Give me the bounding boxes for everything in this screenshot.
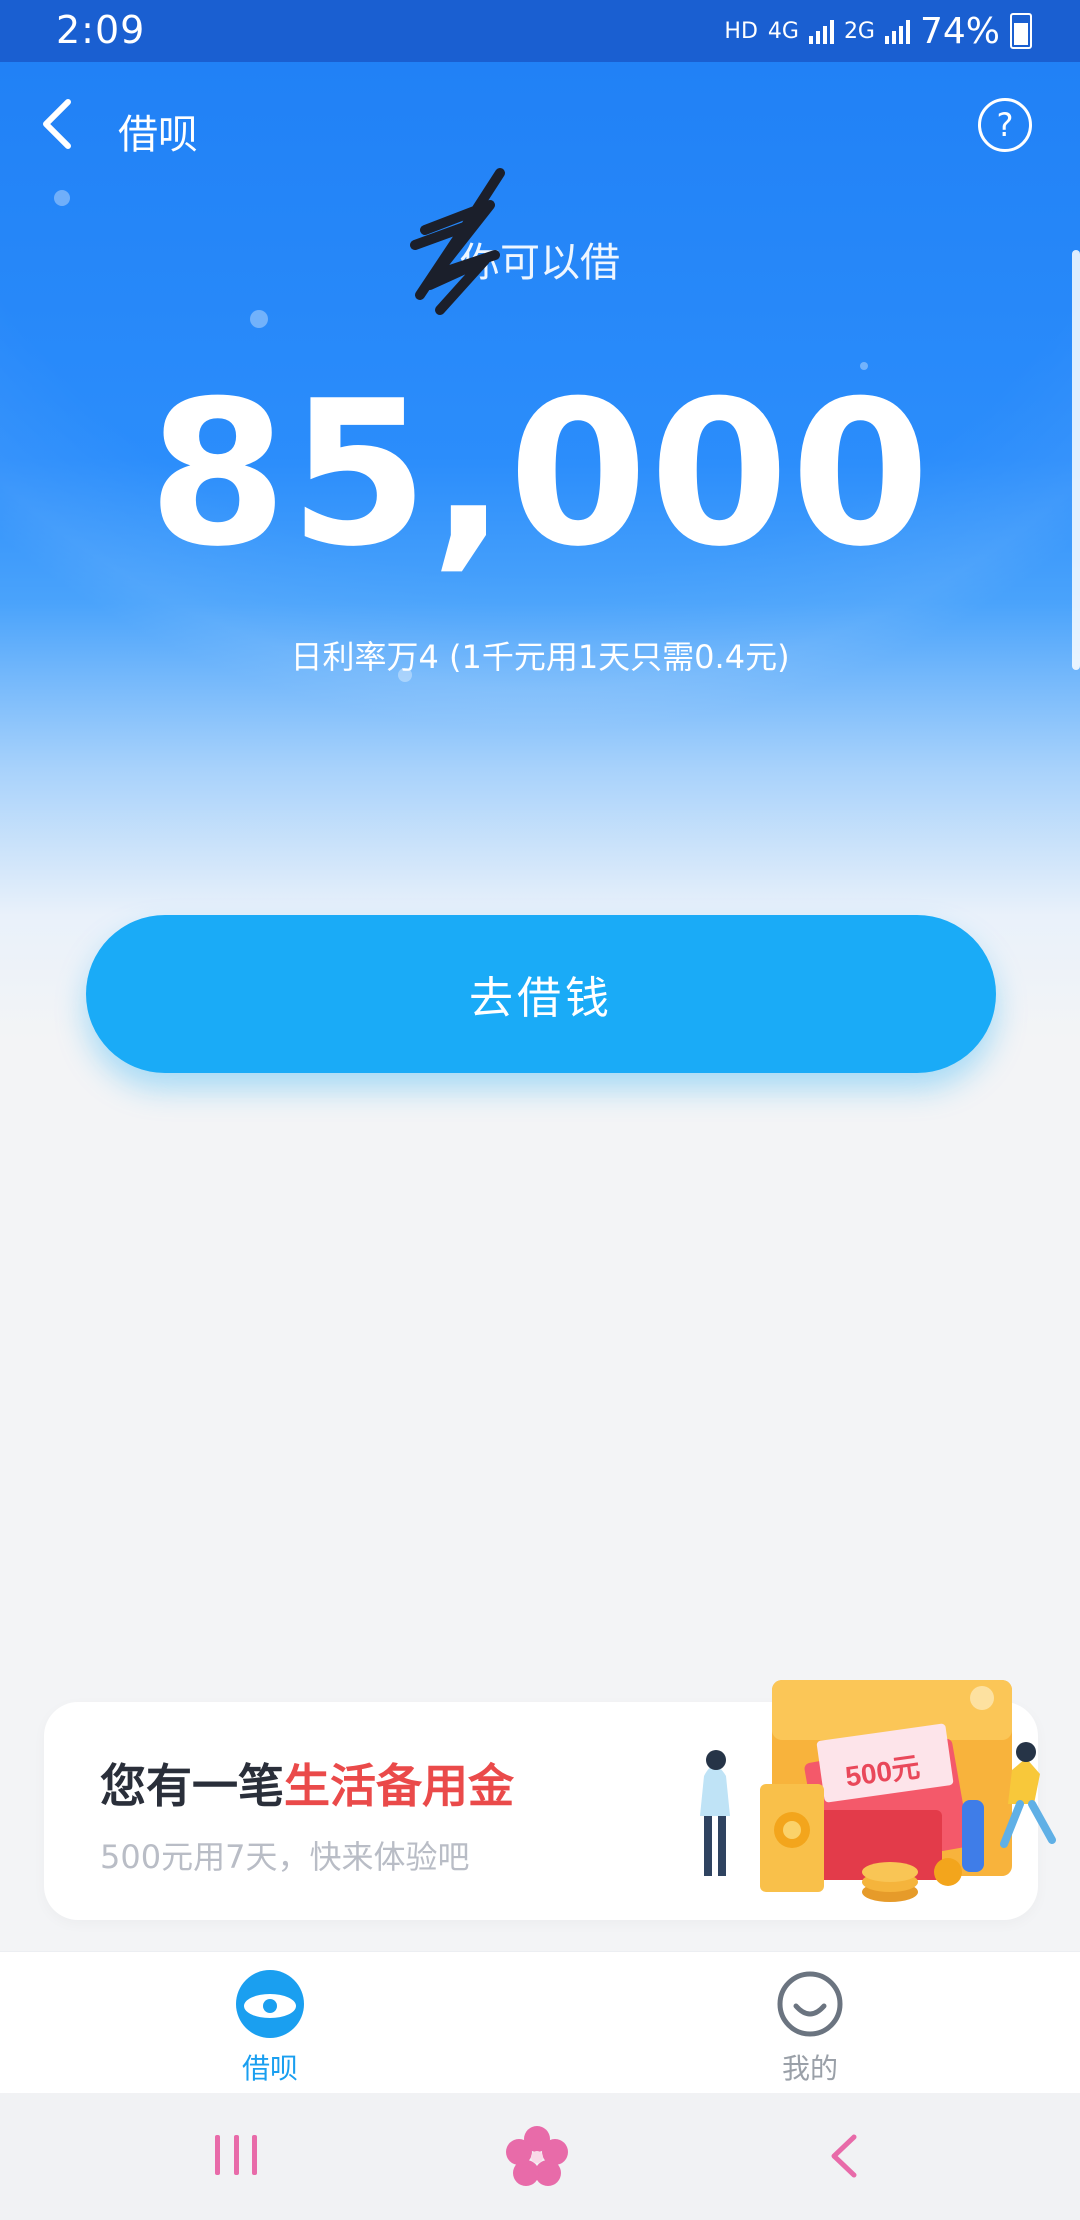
promo-title-highlight: 生活备用金 (284, 1759, 514, 1813)
sparkle-dot (54, 190, 70, 206)
tab-mine-label: 我的 (781, 2052, 838, 2085)
borrow-icon (236, 1970, 304, 2038)
home-flower-icon[interactable] (505, 2125, 569, 2189)
tab-borrow[interactable]: 借呗 (170, 1952, 370, 2094)
signal-icon (884, 18, 910, 44)
promo-illustration: 500元 (700, 1680, 1056, 1902)
help-button[interactable]: ? (978, 98, 1032, 152)
borrow-button[interactable]: 去借钱 (86, 915, 996, 1073)
question-circle-icon: ? (996, 106, 1014, 144)
sparkle-dot (250, 310, 268, 328)
can-borrow-label: 你可以借 (460, 240, 620, 286)
page-title: 借呗 (118, 112, 198, 158)
promo-subtitle: 500元用7天，快来体验吧 (100, 1838, 470, 1876)
promo-card[interactable]: 您有一笔生活备用金 500元用7天，快来体验吧 500元 (44, 1680, 1056, 1920)
recents-button[interactable] (215, 2135, 257, 2175)
back-button[interactable] (30, 92, 90, 156)
promo-title-prefix: 您有一笔 (100, 1759, 284, 1813)
status-time: 2:09 (56, 8, 146, 52)
tab-mine[interactable]: 我的 (710, 1952, 910, 2094)
loan-amount: 85,000 (148, 358, 932, 591)
network-4g-label: 4G (767, 18, 799, 44)
chevron-left-icon (43, 99, 71, 149)
tab-borrow-label: 借呗 (241, 2052, 298, 2085)
interest-rate-text: 日利率万4 (1千元用1天只需0.4元) (290, 638, 790, 676)
network-2g-label: 2G (843, 18, 875, 44)
signal-icon (808, 18, 834, 44)
redaction-scribble (410, 168, 505, 315)
status-indicators: HD 4G 2G 74% (724, 10, 1032, 52)
nav-back-icon[interactable] (826, 2131, 862, 2181)
smiley-icon (777, 1971, 843, 2037)
hd-label: HD (724, 18, 758, 44)
bottom-tab-bar: 借呗 我的 (0, 1951, 1080, 2094)
app-header: 借呗 ? (0, 62, 1080, 192)
status-bar: 2:09 HD 4G 2G 74% (0, 0, 1080, 62)
promo-title: 您有一笔生活备用金 (100, 1750, 514, 1816)
battery-icon (1010, 13, 1032, 49)
system-nav-bar (0, 2093, 1080, 2220)
battery-percent: 74% (919, 10, 1000, 52)
